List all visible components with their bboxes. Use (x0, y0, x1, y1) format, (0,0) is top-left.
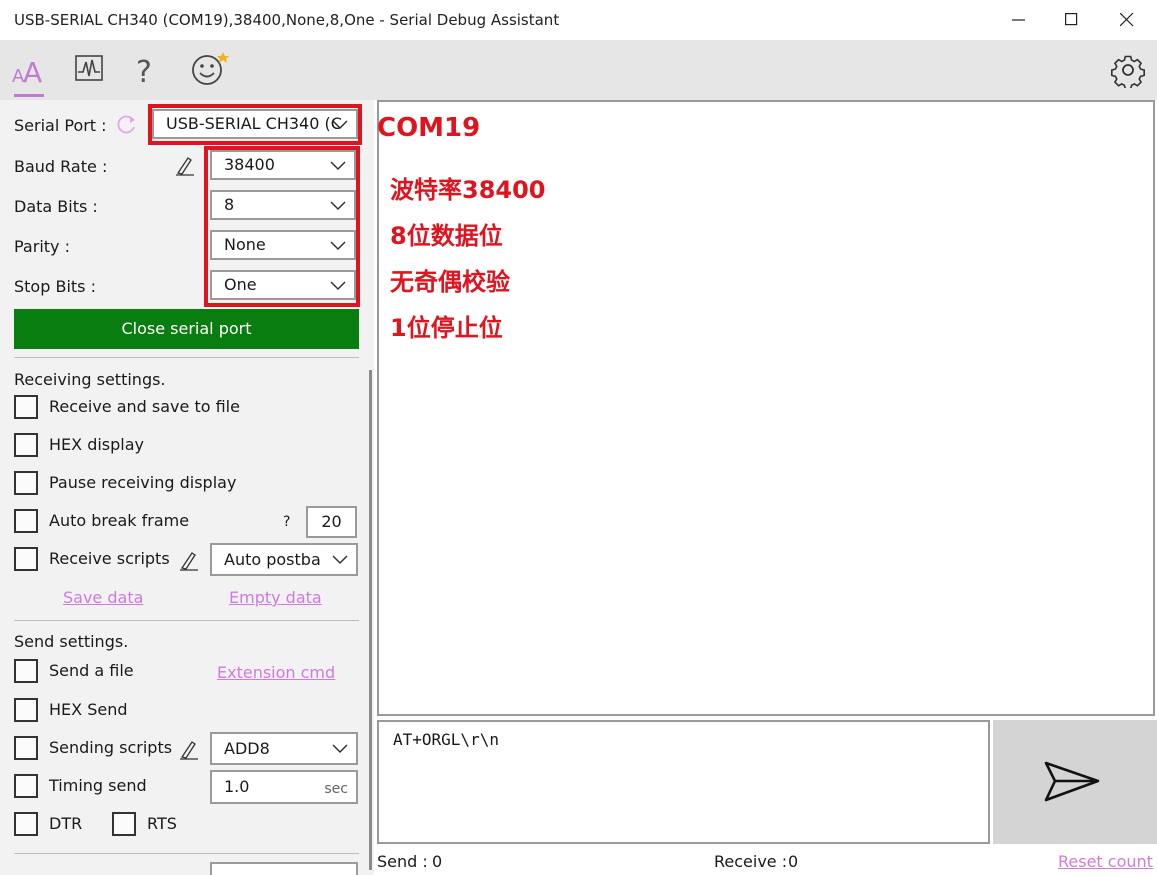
title-bar: USB-SERIAL CH340 (COM19),38400,None,8,On… (0, 0, 1157, 40)
extension-cmd-link[interactable]: Extension cmd (217, 663, 335, 682)
svg-text:A: A (23, 56, 42, 89)
receive-scripts-value: Auto postba (224, 550, 321, 569)
reset-count-link[interactable]: Reset count (1058, 852, 1153, 871)
active-tab-indicator (14, 94, 44, 97)
smiley-icon[interactable] (190, 50, 229, 90)
hex-send-checkbox[interactable] (14, 698, 38, 722)
window-title: USB-SERIAL CH340 (COM19),38400,None,8,On… (14, 11, 560, 29)
rts-label: RTS (147, 814, 177, 833)
dtr-checkbox[interactable] (14, 812, 38, 836)
annotation-box-port (148, 104, 362, 145)
settings-scrollbar[interactable] (369, 370, 372, 870)
parity-label: Parity : (14, 237, 70, 256)
timing-interval-input[interactable]: 1.0 sec (210, 770, 358, 804)
send-button[interactable] (993, 720, 1157, 844)
receive-scripts-select[interactable]: Auto postba (210, 543, 358, 576)
baud-rate-label: Baud Rate : (14, 157, 108, 176)
close-window-button[interactable] (1102, 0, 1152, 40)
send-input-text: AT+ORGL\r\n (393, 730, 499, 749)
chevron-down-icon (332, 744, 348, 754)
rts-checkbox[interactable] (112, 812, 136, 836)
auto-break-help[interactable]: ? (283, 514, 290, 530)
maximize-button[interactable] (1047, 0, 1097, 40)
maximize-icon (1065, 13, 1078, 26)
auto-break-label: Auto break frame (49, 511, 190, 530)
minimize-button[interactable] (994, 0, 1044, 40)
receive-scripts-checkbox[interactable] (14, 547, 38, 571)
receive-scripts-label: Receive scripts (49, 549, 170, 568)
send-file-checkbox[interactable] (14, 659, 38, 683)
pen-icon[interactable] (178, 738, 200, 760)
receiving-settings-heading: Receiving settings. (14, 370, 166, 389)
help-icon[interactable]: ? (134, 50, 170, 90)
sending-scripts-value: ADD8 (224, 739, 270, 758)
font-icon[interactable]: A A (12, 50, 48, 90)
close-icon (1120, 13, 1134, 27)
pause-display-label: Pause receiving display (49, 473, 237, 492)
annotation-baud: 波特率38400 (390, 176, 546, 204)
pen-icon[interactable] (178, 549, 200, 571)
dtr-label: DTR (49, 814, 83, 833)
serial-port-label: Serial Port : (14, 116, 107, 135)
send-settings-heading: Send settings. (14, 632, 129, 651)
refresh-icon[interactable] (116, 113, 138, 135)
annotation-databits: 8位数据位 (390, 222, 503, 250)
timing-unit-label: sec (324, 781, 348, 797)
empty-data-link[interactable]: Empty data (229, 588, 322, 607)
minimize-icon (1012, 19, 1025, 21)
settings-icon[interactable] (1110, 52, 1146, 92)
divider (14, 357, 359, 358)
settings-panel: Serial Port : USB-SERIAL CH340 (C Baud R… (0, 100, 374, 875)
receive-count-label: Receive : (714, 852, 788, 871)
auto-break-checkbox[interactable] (14, 509, 38, 533)
pause-display-checkbox[interactable] (14, 471, 38, 495)
hex-send-label: HEX Send (49, 700, 128, 719)
annotation-com: COM19 (377, 113, 481, 143)
receive-count-value: 0 (788, 852, 799, 871)
stop-bits-label: Stop Bits : (14, 277, 96, 296)
auto-break-timeout-input[interactable]: 20 (306, 506, 357, 538)
receive-save-file-label: Receive and save to file (49, 397, 240, 416)
annotation-parity: 无奇偶校验 (390, 268, 510, 296)
timing-send-label: Timing send (49, 776, 147, 795)
toolbar: A A ? (0, 40, 1157, 100)
send-file-label: Send a file (49, 661, 134, 680)
hex-display-label: HEX display (49, 435, 144, 454)
send-count-value: 0 (432, 852, 443, 871)
save-data-link[interactable]: Save data (63, 588, 143, 607)
send-input[interactable]: AT+ORGL\r\n (377, 720, 990, 844)
hex-display-checkbox[interactable] (14, 433, 38, 457)
sending-scripts-checkbox[interactable] (14, 736, 38, 760)
close-serial-port-button[interactable]: Close serial port (14, 309, 359, 349)
divider (14, 853, 359, 854)
sending-scripts-select[interactable]: ADD8 (210, 732, 358, 765)
svg-text:?: ? (136, 55, 152, 90)
chevron-down-icon (332, 555, 348, 565)
annotation-box-params (204, 146, 360, 307)
send-count-label: Send : (377, 852, 428, 871)
data-bits-label: Data Bits : (14, 197, 98, 216)
receive-save-file-checkbox[interactable] (14, 395, 38, 419)
sending-scripts-label: Sending scripts (49, 738, 173, 757)
annotation-stopbits: 1位停止位 (390, 314, 503, 342)
chart-icon[interactable] (74, 50, 110, 90)
divider (14, 620, 359, 621)
timing-interval-value: 1.0 (224, 777, 250, 796)
pen-icon[interactable] (174, 154, 196, 176)
timing-send-checkbox[interactable] (14, 774, 38, 798)
partial-select[interactable] (210, 862, 358, 875)
send-icon (1044, 761, 1100, 802)
